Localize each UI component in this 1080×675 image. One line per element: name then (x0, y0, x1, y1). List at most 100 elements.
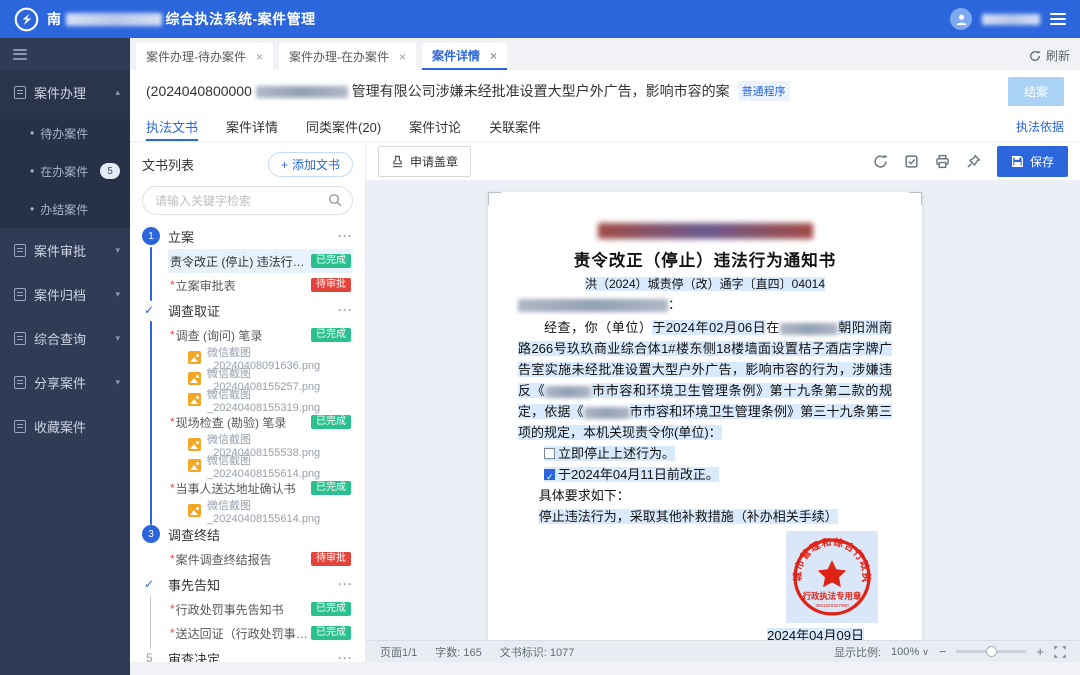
window-tab-2[interactable]: 案件详情× (422, 43, 507, 70)
zoom-slider-knob[interactable] (986, 646, 997, 657)
refresh-button[interactable]: 刷新 (1029, 47, 1070, 70)
doc-identifier: 文书标识: 1077 (500, 644, 575, 660)
doc-item[interactable]: *案件调查终结报告待审批 (168, 547, 353, 571)
tab-bar: 案件办理-待办案件×案件办理-在办案件×案件详情× (136, 43, 507, 70)
star-icon (14, 420, 26, 433)
more-menu-icon[interactable]: ··· (338, 577, 353, 591)
doc-search-input[interactable] (142, 186, 353, 215)
sidebar-item-share-cases[interactable]: 分享案件▾ (0, 360, 130, 404)
required-mark: * (170, 278, 175, 292)
status-badge: 已完成 (311, 602, 351, 616)
redacted-text (584, 407, 630, 419)
save-button[interactable]: 保存 (997, 146, 1068, 177)
doc-section-header[interactable]: 3调查终结 (168, 521, 353, 547)
zoom-value[interactable]: 100% ∨ (891, 646, 929, 658)
more-menu-icon[interactable]: ··· (338, 651, 353, 662)
chevron-up-icon: ▴ (115, 87, 120, 98)
app-header: 南 综合执法系统-案件管理 (0, 0, 1080, 38)
sidebar-item-case-approval[interactable]: 案件审批▾ (0, 228, 130, 272)
document-date: 2024年04月09日 (518, 626, 892, 640)
user-avatar[interactable] (950, 8, 972, 30)
doc-section-header[interactable]: ✓事先告知··· (168, 571, 353, 597)
case-title: (2024040800000 管理有限公司涉嫌未经批准设置大型户外广告，影响市容… (146, 81, 730, 101)
step-number: 5 (146, 651, 153, 662)
requirement-text: 停止违法行为，采取其他补救措施（补办相关手续） (518, 506, 892, 527)
close-case-button[interactable]: 结案 (1008, 77, 1064, 106)
document-list: 1立案···责令改正 (停止) 违法行为通知书已完成*立案审批表待审批✓调查取证… (142, 223, 353, 662)
bullet-icon: • (30, 202, 34, 216)
more-menu-icon[interactable]: ··· (338, 303, 353, 317)
chevron-down-icon: ▾ (115, 289, 120, 300)
zoom-slider[interactable] (956, 650, 1026, 653)
sidebar-item-combined-query[interactable]: 综合查询▾ (0, 316, 130, 360)
pin-icon[interactable] (966, 154, 981, 169)
doc-section-title: 事先告知 (168, 575, 220, 594)
redacted-text (780, 323, 838, 335)
username-redacted (982, 14, 1040, 25)
fit-screen-icon[interactable] (1054, 646, 1066, 658)
checkbox-row-1: 于2024年04月11日前改正。 (518, 464, 892, 485)
document-number-text: 洪（2024）城责停（改）通字〔直四〕04014 (585, 277, 825, 291)
request-seal-button[interactable]: 申请盖章 (378, 146, 471, 177)
requirement-label: 具体要求如下： (518, 485, 892, 506)
sidebar-subitem-todo-cases[interactable]: •待办案件 (0, 114, 130, 152)
sidebar-group-share-cases: 分享案件▾ (0, 360, 130, 404)
close-icon[interactable]: × (399, 50, 406, 64)
status-badge: 已完成 (311, 328, 351, 342)
more-menu-icon[interactable]: ··· (338, 229, 353, 243)
doc-item[interactable]: *立案审批表待审批 (168, 273, 353, 297)
app-title: 南 综合执法系统-案件管理 (47, 9, 316, 29)
detail-tab-1[interactable]: 案件详情 (226, 112, 278, 141)
sidebar-subitem-closed-cases[interactable]: •办结案件 (0, 190, 130, 228)
tab-strip: 案件办理-待办案件×案件办理-在办案件×案件详情× 刷新 (130, 38, 1080, 70)
sidebar-subitem-active-cases[interactable]: •在办案件5 (0, 152, 130, 190)
detail-tab-4[interactable]: 关联案件 (489, 112, 541, 141)
zoom-out-button[interactable]: − (939, 645, 947, 658)
hamburger-menu-icon[interactable] (1050, 13, 1066, 25)
detail-tab-2[interactable]: 同类案件(20) (306, 112, 381, 141)
sidebar-group-favorite-cases: 收藏案件 (0, 404, 130, 448)
doc-section-header[interactable]: 1立案··· (168, 223, 353, 249)
sidebar-item-favorite-cases[interactable]: 收藏案件 (0, 404, 130, 448)
case-header: (2024040800000 管理有限公司涉嫌未经批准设置大型户外广告，影响市容… (130, 70, 1080, 112)
bullet-icon: • (30, 126, 34, 140)
close-icon[interactable]: × (490, 49, 497, 63)
checkbox-checked[interactable] (544, 469, 555, 480)
close-icon[interactable]: × (256, 50, 263, 64)
sidebar-item-case-archive[interactable]: 案件归档▾ (0, 272, 130, 316)
seal-line-text: 行政执法专用章 (802, 591, 862, 601)
printer-icon[interactable] (935, 154, 950, 169)
zoom-value-text: 100% (891, 646, 919, 658)
body-text: 经查，你（单位） (544, 320, 652, 335)
checkbox-unchecked[interactable] (544, 448, 555, 459)
doc-list-title: 文书列表 (142, 155, 194, 174)
doc-item[interactable]: 责令改正 (停止) 违法行为通知书已完成 (168, 249, 353, 273)
sidebar-item-case-handling[interactable]: 案件办理▴ (0, 70, 130, 114)
window-tab-0[interactable]: 案件办理-待办案件× (136, 43, 273, 70)
word-count: 字数: 165 (435, 644, 481, 660)
case-title-redacted (256, 86, 348, 98)
attachment-item[interactable]: 微信截图_20240408155319.png (168, 389, 353, 410)
attachment-item[interactable]: 微信截图_20240408155614.png (168, 455, 353, 476)
detail-tab-0[interactable]: 执法文书 (146, 112, 198, 141)
doc-section-header[interactable]: ✓调查取证··· (168, 297, 353, 323)
doc-item-label: 立案审批表 (176, 277, 311, 294)
image-file-icon (188, 438, 201, 451)
attachment-item[interactable]: 微信截图_20240408155614.png (168, 500, 353, 521)
sync-icon[interactable] (873, 154, 888, 169)
doc-section-header[interactable]: 5审查决定··· (168, 645, 353, 662)
detail-tab-3[interactable]: 案件讨论 (409, 112, 461, 141)
viewer-statusbar: 页面1/1 字数: 165 文书标识: 1077 显示比例: 100% ∨ − … (366, 640, 1080, 662)
zoom-in-button[interactable]: + (1036, 645, 1044, 658)
add-document-button[interactable]: + 添加文书 (268, 152, 353, 177)
doc-item[interactable]: *送达回证（行政处罚事先告知书）已完成 (168, 621, 353, 645)
save-icon (1011, 155, 1024, 168)
search-icon[interactable] (328, 193, 342, 207)
note-icon[interactable] (904, 154, 919, 169)
window-tab-1[interactable]: 案件办理-在办案件× (279, 43, 416, 70)
doc-item[interactable]: *行政处罚事先告知书已完成 (168, 597, 353, 621)
doc-section-4: 5审查决定··· (142, 645, 353, 662)
sidebar-submenu: •待办案件•在办案件5•办结案件 (0, 114, 130, 228)
sidebar-collapse-icon[interactable] (13, 49, 27, 60)
law-basis-link[interactable]: 执法依据 (1016, 118, 1064, 135)
